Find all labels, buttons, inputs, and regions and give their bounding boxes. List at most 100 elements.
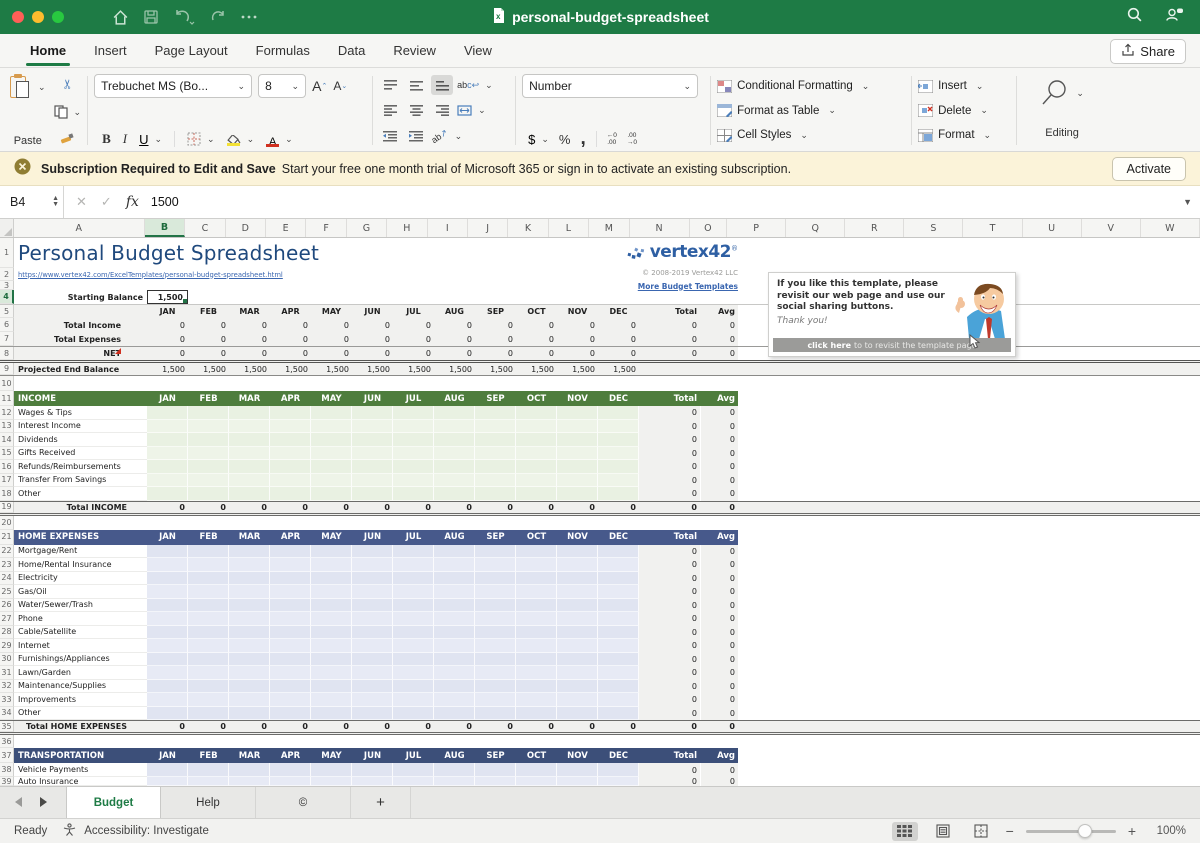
cell[interactable]: 1,500 — [557, 363, 598, 375]
percent-button[interactable]: % — [559, 132, 571, 147]
cell[interactable]: 0 — [639, 558, 700, 572]
cell[interactable] — [475, 585, 516, 599]
row-header-29[interactable]: 29 — [0, 639, 14, 653]
cell[interactable] — [393, 460, 434, 474]
cell[interactable] — [434, 639, 475, 653]
tab-view[interactable]: View — [450, 34, 506, 68]
cell[interactable] — [311, 639, 352, 653]
cell[interactable]: 0 — [188, 332, 229, 346]
cell[interactable] — [393, 447, 434, 461]
cell[interactable] — [516, 572, 557, 586]
cell[interactable]: 0 — [270, 332, 311, 346]
cell[interactable]: 0 — [516, 318, 557, 332]
cell[interactable] — [598, 680, 639, 694]
column-header-T[interactable]: T — [963, 219, 1022, 237]
cell[interactable] — [516, 487, 557, 501]
select-all-corner[interactable] — [0, 219, 14, 237]
cell[interactable] — [188, 666, 229, 680]
cell[interactable] — [516, 777, 557, 786]
cell[interactable]: 0 — [700, 680, 738, 694]
cell[interactable] — [270, 612, 311, 626]
cell[interactable]: 0 — [147, 332, 188, 346]
cell[interactable]: 0 — [639, 433, 700, 447]
row-header-7[interactable]: 7 — [0, 332, 14, 346]
cell[interactable] — [475, 406, 516, 420]
cell[interactable] — [270, 558, 311, 572]
cell[interactable] — [393, 585, 434, 599]
column-header-P[interactable]: P — [727, 219, 786, 237]
increase-font-icon[interactable]: A⌃ — [312, 74, 327, 98]
cell[interactable]: 1,500 — [270, 363, 311, 375]
column-header-N[interactable]: N — [630, 219, 690, 237]
confirm-entry-icon[interactable]: ✓ — [101, 194, 112, 210]
cell[interactable]: 0 — [557, 721, 598, 732]
cell[interactable] — [188, 433, 229, 447]
cell[interactable] — [516, 666, 557, 680]
cell[interactable] — [434, 572, 475, 586]
cell[interactable] — [311, 693, 352, 707]
cell[interactable]: 0 — [229, 318, 270, 332]
save-icon[interactable] — [143, 9, 159, 25]
row-header-10[interactable]: 10 — [0, 376, 14, 391]
cell[interactable] — [229, 447, 270, 461]
cell[interactable] — [639, 363, 700, 375]
cell[interactable] — [434, 763, 475, 777]
cell[interactable]: 0 — [311, 332, 352, 346]
format-cells-button[interactable]: Format⌄ — [918, 124, 1010, 146]
cell[interactable]: 0 — [639, 693, 700, 707]
cell[interactable] — [188, 653, 229, 667]
cell[interactable]: 0 — [352, 502, 393, 513]
cell[interactable] — [352, 406, 393, 420]
row-header-16[interactable]: 16 — [0, 460, 14, 474]
cell[interactable]: 0 — [270, 502, 311, 513]
column-header-S[interactable]: S — [904, 219, 963, 237]
tab-review[interactable]: Review — [379, 34, 450, 68]
cell[interactable]: 0 — [352, 347, 393, 360]
cell[interactable] — [229, 653, 270, 667]
cell[interactable] — [188, 420, 229, 434]
cell[interactable] — [229, 420, 270, 434]
cell[interactable] — [270, 599, 311, 613]
number-format-select[interactable]: Number⌄ — [522, 74, 698, 98]
font-name-select[interactable]: Trebuchet MS (Bo...⌄ — [94, 74, 252, 98]
cell[interactable]: 0 — [700, 626, 738, 640]
search-icon[interactable] — [1126, 6, 1143, 28]
column-header-Q[interactable]: Q — [786, 219, 845, 237]
cell[interactable] — [229, 545, 270, 559]
cell[interactable] — [434, 406, 475, 420]
cell[interactable] — [393, 763, 434, 777]
cell[interactable] — [311, 474, 352, 488]
cell[interactable] — [352, 707, 393, 721]
tab-insert[interactable]: Insert — [80, 34, 141, 68]
row-header-3[interactable]: 3 — [0, 281, 14, 290]
cell[interactable] — [352, 545, 393, 559]
cell[interactable]: 0 — [700, 639, 738, 653]
cell[interactable]: 0 — [639, 680, 700, 694]
cell[interactable] — [557, 626, 598, 640]
row-header-21[interactable]: 21 — [0, 530, 14, 545]
cell[interactable] — [311, 447, 352, 461]
row-header-14[interactable]: 14 — [0, 433, 14, 447]
cell[interactable] — [475, 612, 516, 626]
cell[interactable] — [147, 474, 188, 488]
cell[interactable]: 0 — [639, 545, 700, 559]
cell[interactable]: 0 — [700, 666, 738, 680]
cell[interactable] — [352, 777, 393, 786]
cell[interactable]: 0 — [700, 721, 738, 732]
cell[interactable] — [516, 420, 557, 434]
cell[interactable] — [516, 763, 557, 777]
cell[interactable]: 0 — [700, 693, 738, 707]
cell[interactable] — [311, 626, 352, 640]
cell[interactable] — [270, 763, 311, 777]
cell[interactable] — [434, 777, 475, 786]
cell[interactable]: 0 — [700, 707, 738, 721]
cell[interactable] — [311, 707, 352, 721]
cell[interactable] — [516, 447, 557, 461]
cell[interactable] — [475, 777, 516, 786]
cell[interactable] — [516, 545, 557, 559]
next-sheet-arrow[interactable] — [39, 794, 48, 812]
cell[interactable] — [188, 474, 229, 488]
cell[interactable] — [393, 653, 434, 667]
column-header-D[interactable]: D — [226, 219, 266, 237]
cell[interactable] — [516, 474, 557, 488]
